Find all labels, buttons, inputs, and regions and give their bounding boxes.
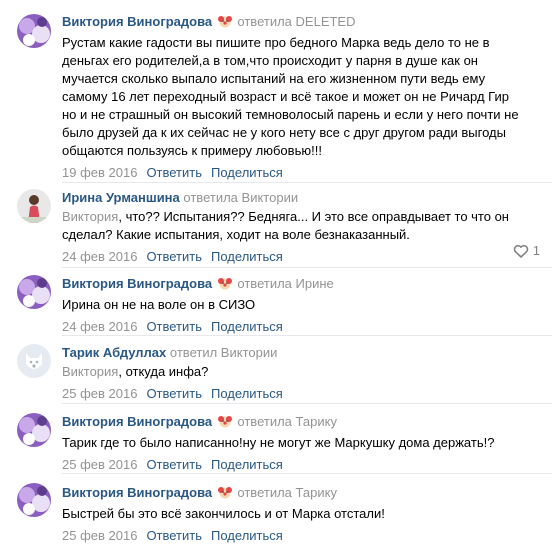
comment-text-line: Виктория, что?? Испытания?? Бедняга... И… bbox=[62, 208, 540, 226]
comment: Виктория Виноградова ответила DELETED Ру… bbox=[0, 0, 552, 182]
comment-date[interactable]: 25 фев 2016 bbox=[62, 457, 137, 472]
share-button[interactable]: Поделиться bbox=[211, 319, 283, 334]
reply-button[interactable]: Ответить bbox=[146, 165, 202, 180]
comment: Ирина Урманшина ответила Виктории Виктор… bbox=[0, 182, 552, 267]
comment: Виктория Виноградова ответила Тарику Тар… bbox=[0, 403, 552, 473]
comment-text-line: мучается сколько выпало испытаний на его… bbox=[62, 71, 486, 86]
reply-verb: ответила bbox=[237, 14, 292, 29]
comment-author[interactable]: Виктория Виноградова bbox=[62, 14, 212, 29]
comment-text-line: общаются пользуясь к примеру любовью!!! bbox=[62, 143, 322, 158]
person-photo-avatar bbox=[17, 189, 51, 223]
reply-verb: ответила bbox=[237, 414, 292, 429]
clown-face-icon bbox=[217, 414, 232, 432]
share-button[interactable]: Поделиться bbox=[211, 528, 283, 543]
comment-text-line: но и не страшный он высокий темноволосый… bbox=[62, 107, 519, 122]
comment-author[interactable]: Виктория Виноградова bbox=[62, 276, 212, 291]
comment-text: Рустам какие гадости вы пишите про бедно… bbox=[62, 34, 540, 160]
comment-date[interactable]: 24 фев 2016 bbox=[62, 319, 137, 334]
comment-author[interactable]: Ирина Урманшина bbox=[62, 190, 180, 205]
flower-photo-avatar bbox=[17, 413, 51, 447]
default-dog-avatar bbox=[17, 344, 51, 378]
avatar[interactable] bbox=[17, 14, 51, 48]
reply-button[interactable]: Ответить bbox=[146, 319, 202, 334]
comment: Виктория Виноградова ответила Тарику Быс… bbox=[0, 473, 552, 553]
comment-text: Тарик где то было написанно!ну не могут … bbox=[62, 434, 540, 452]
comment-date[interactable]: 25 фев 2016 bbox=[62, 386, 137, 401]
reply-target-link[interactable]: Виктории bbox=[221, 345, 278, 360]
flower-photo-avatar bbox=[17, 275, 51, 309]
comment-text-fragment: , что?? Испытания?? Бедняга... И это все… bbox=[118, 209, 509, 224]
comment-text-line: Быстрей бы это всё закончилось и от Марк… bbox=[62, 506, 385, 521]
comment-text-line: Рустам какие гадости вы пишите про бедно… bbox=[62, 35, 490, 50]
comment-text: Виктория, что?? Испытания?? Бедняга... И… bbox=[62, 208, 540, 244]
comment: Виктория Виноградова ответила Ирине Ирин… bbox=[0, 267, 552, 335]
reply-target-link[interactable]: Тарику bbox=[296, 414, 337, 429]
comment-text: Быстрей бы это всё закончилось и от Марк… bbox=[62, 505, 540, 523]
clown-face-icon bbox=[217, 485, 232, 503]
reply-target-link[interactable]: Тарику bbox=[296, 485, 337, 500]
share-button[interactable]: Поделиться bbox=[211, 165, 283, 180]
reply-verb: ответила bbox=[183, 190, 238, 205]
comment-date[interactable]: 24 фев 2016 bbox=[62, 249, 137, 264]
avatar[interactable] bbox=[17, 483, 51, 517]
comment-text-line: Ирина он не на воле он в СИЗО bbox=[62, 297, 256, 312]
flower-photo-avatar bbox=[17, 483, 51, 517]
reply-verb: ответила bbox=[237, 276, 292, 291]
comment-text-line: Тарик где то было написанно!ну не могут … bbox=[62, 435, 495, 450]
comment-text-line: Виктория, откуда инфа? bbox=[62, 363, 540, 381]
like-button[interactable]: 1 bbox=[513, 242, 540, 260]
comments-feed: Виктория Виноградова ответила DELETED Ру… bbox=[0, 0, 552, 553]
comment-text-line: деньгах его родителей,а в том,что происх… bbox=[62, 53, 478, 68]
avatar[interactable] bbox=[17, 189, 51, 223]
avatar[interactable] bbox=[17, 413, 51, 447]
addressee-link[interactable]: Виктория bbox=[62, 209, 118, 224]
reply-target-link[interactable]: Ирине bbox=[296, 276, 334, 291]
share-button[interactable]: Поделиться bbox=[211, 457, 283, 472]
comment-date[interactable]: 19 фев 2016 bbox=[62, 165, 137, 180]
clown-face-icon bbox=[217, 276, 232, 294]
reply-button[interactable]: Ответить bbox=[146, 386, 202, 401]
share-button[interactable]: Поделиться bbox=[211, 249, 283, 264]
like-count: 1 bbox=[532, 243, 540, 258]
flower-photo-avatar bbox=[17, 14, 51, 48]
comment-date[interactable]: 25 фев 2016 bbox=[62, 528, 137, 543]
comment-author[interactable]: Виктория Виноградова bbox=[62, 414, 212, 429]
reply-target-link[interactable]: DELETED bbox=[296, 14, 356, 29]
comment-text-line: сделал? Какие испытания, ходит на воле б… bbox=[62, 227, 410, 242]
avatar[interactable] bbox=[17, 275, 51, 309]
comment-author[interactable]: Тарик Абдуллах bbox=[62, 345, 166, 360]
comment-text: Виктория, откуда инфа? bbox=[62, 363, 540, 381]
reply-verb: ответила bbox=[237, 485, 292, 500]
avatar[interactable] bbox=[17, 344, 51, 378]
reply-button[interactable]: Ответить bbox=[146, 249, 202, 264]
reply-button[interactable]: Ответить bbox=[146, 457, 202, 472]
comment: Тарик Абдуллах ответил Виктории Виктория… bbox=[0, 335, 552, 403]
heart-icon bbox=[513, 244, 529, 258]
reply-target-link[interactable]: Виктории bbox=[242, 190, 299, 205]
addressee-link[interactable]: Виктория bbox=[62, 364, 118, 379]
clown-face-icon bbox=[217, 14, 232, 32]
comment-text-fragment: , откуда инфа? bbox=[118, 364, 209, 379]
share-button[interactable]: Поделиться bbox=[211, 386, 283, 401]
reply-verb: ответил bbox=[169, 345, 218, 360]
comment-author[interactable]: Виктория Виноградова bbox=[62, 485, 212, 500]
comment-text: Ирина он не на воле он в СИЗО bbox=[62, 296, 540, 314]
comment-text-line: самому 16 лет переходный возраст и всё т… bbox=[62, 89, 509, 104]
reply-button[interactable]: Ответить bbox=[146, 528, 202, 543]
comment-text-line: было друзей да к их сейчас не у кого нет… bbox=[62, 125, 506, 140]
